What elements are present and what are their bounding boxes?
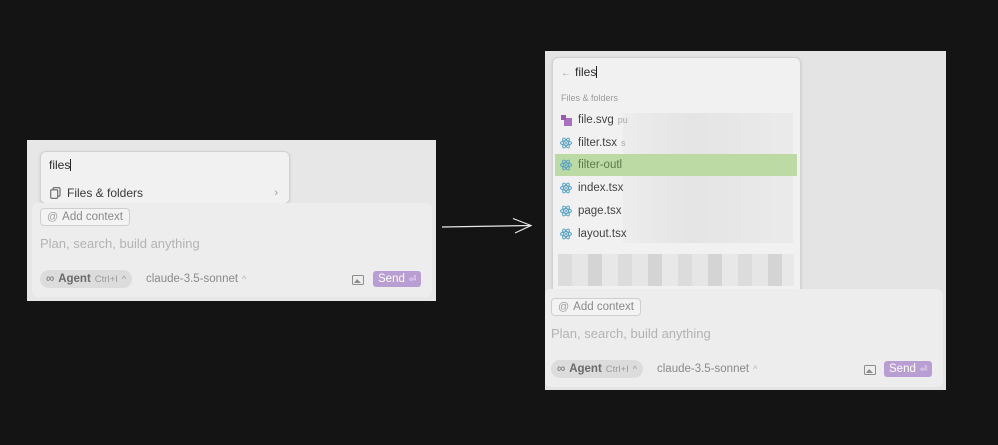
send-button[interactable]: Send ⏎	[884, 361, 933, 377]
file-path-hint: s	[620, 138, 626, 148]
agent-label: Agent	[569, 363, 602, 375]
image-icon[interactable]	[352, 275, 364, 285]
file-name: filter-outl	[578, 159, 623, 171]
add-context-button[interactable]: @ Add context	[551, 298, 641, 316]
model-selector[interactable]: claude-3.5-sonnet ^	[657, 363, 757, 375]
file-name: file.svg	[578, 114, 614, 126]
mention-query-text: files	[49, 158, 71, 172]
send-label: Send	[889, 363, 916, 375]
mention-query[interactable]: files	[49, 158, 72, 172]
react-icon	[560, 159, 572, 171]
chevron-up-icon: ^	[753, 364, 758, 374]
react-icon	[560, 182, 572, 194]
agent-mode-selector[interactable]: ∞ Agent Ctrl+I ^	[551, 360, 643, 378]
agent-shortcut: Ctrl+I	[94, 273, 118, 285]
add-context-label: Add context	[573, 301, 634, 313]
file-path-hint: pu	[617, 115, 628, 125]
enter-icon: ⏎	[919, 363, 928, 374]
agent-shortcut: Ctrl+I	[605, 363, 629, 375]
send-button[interactable]: Send ⏎	[373, 271, 422, 287]
file-search-query: files	[575, 65, 597, 79]
files-folders-item[interactable]: Files & folders ›	[50, 186, 278, 200]
chevron-up-icon: ^	[242, 274, 247, 284]
section-label: Files & folders	[561, 93, 619, 103]
agent-mode-selector[interactable]: ∞ Agent Ctrl+I ^	[40, 270, 132, 288]
mention-popup: files Files & folders ›	[40, 151, 290, 204]
model-selector[interactable]: claude-3.5-sonnet ^	[146, 273, 246, 285]
file-name: page.tsx	[578, 205, 622, 217]
text-caret	[70, 159, 72, 171]
file-search-input[interactable]: ← files	[561, 65, 598, 79]
at-icon: @	[558, 301, 570, 313]
send-label: Send	[378, 273, 405, 285]
chevron-up-icon: ^	[121, 274, 126, 284]
files-folders-label: Files & folders	[67, 186, 144, 200]
file-name: filter.tsx	[578, 137, 617, 149]
model-label: claude-3.5-sonnet	[146, 273, 239, 285]
add-context-button[interactable]: @ Add context	[40, 208, 130, 226]
chevron-right-icon: ›	[274, 187, 278, 199]
composer-input[interactable]: Plan, search, build anything	[551, 326, 711, 341]
file-item[interactable]: filter.tsx s	[555, 132, 796, 154]
chevron-up-icon: ^	[632, 364, 637, 374]
model-label: claude-3.5-sonnet	[657, 363, 750, 375]
enter-icon: ⏎	[408, 273, 417, 284]
blurred-region	[558, 254, 794, 286]
composer-input[interactable]: Plan, search, build anything	[40, 236, 200, 251]
file-name: index.tsx	[578, 182, 624, 194]
agent-label: Agent	[58, 273, 91, 285]
copy-icon	[50, 187, 61, 199]
image-icon[interactable]	[864, 365, 876, 375]
file-item[interactable]: file.svg pu	[555, 109, 796, 131]
svg-file-icon	[560, 114, 572, 126]
text-caret	[596, 66, 598, 78]
react-icon	[560, 205, 572, 217]
back-arrow-icon[interactable]: ←	[561, 68, 571, 79]
react-icon	[560, 137, 572, 149]
infinity-icon: ∞	[557, 363, 566, 375]
file-item[interactable]: page.tsx	[555, 200, 796, 222]
transition-arrow-icon	[441, 217, 533, 234]
add-context-label: Add context	[62, 211, 123, 223]
infinity-icon: ∞	[46, 273, 55, 285]
file-item-selected[interactable]: filter-outl	[555, 154, 797, 176]
file-name: layout.tsx	[578, 228, 627, 240]
file-item[interactable]: index.tsx	[555, 177, 796, 199]
at-icon: @	[47, 211, 59, 223]
react-icon	[560, 228, 572, 240]
file-item[interactable]: layout.tsx	[555, 223, 796, 245]
